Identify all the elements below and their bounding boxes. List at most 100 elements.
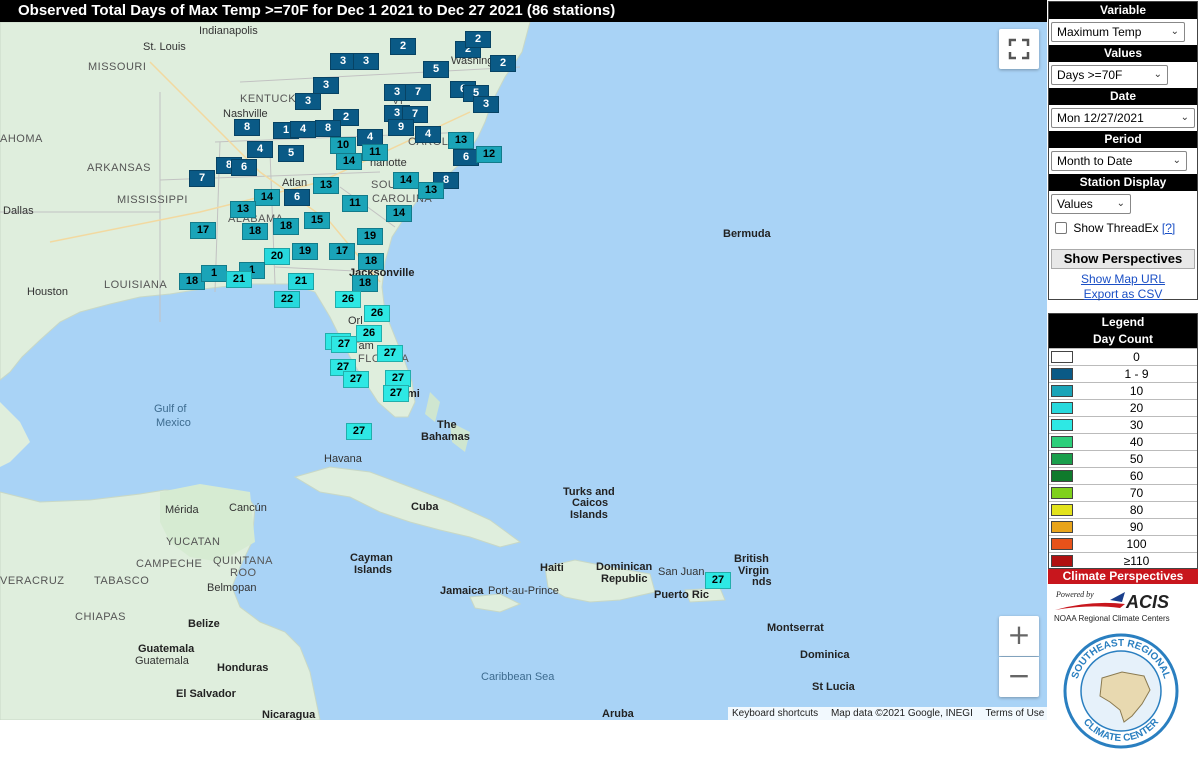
station-marker[interactable]: 6 [284,189,310,206]
station-marker[interactable]: 3 [353,53,379,70]
legend-label: 50 [1129,452,1144,466]
label-atlanta: Atlan [282,177,308,189]
station-marker[interactable]: 2 [465,31,491,48]
label-houston: Houston [27,286,68,298]
period-select[interactable]: Month to Date ⌄ [1051,151,1187,171]
station-marker[interactable]: 26 [356,325,382,342]
station-display-select-value: Values [1057,197,1093,211]
station-marker[interactable]: 14 [393,172,419,189]
station-marker[interactable]: 11 [362,144,388,161]
station-marker[interactable]: 13 [418,182,444,199]
label-belmopan: Belmopan [207,582,257,594]
station-marker[interactable]: 9 [388,119,414,136]
legend-swatch [1051,419,1073,431]
zoom-in-button[interactable]: + [999,616,1039,656]
map-canvas[interactable]: Indianapolis St. Louis MISSOURI KENTUCKY… [0,22,1047,720]
station-marker[interactable]: 18 [273,218,299,235]
legend-label: 10 [1129,384,1144,398]
station-marker[interactable]: 1 [201,265,227,282]
station-marker[interactable]: 17 [329,243,355,260]
station-marker[interactable]: 18 [242,223,268,240]
acis-logo[interactable]: Powered by ACIS NOAA Regional Climate Ce… [1050,588,1190,626]
threadex-row: Show ThreadEx [?] [1049,217,1197,239]
export-csv-link[interactable]: Export as CSV [1049,287,1197,302]
station-marker[interactable]: 13 [313,177,339,194]
chevron-down-icon: ⌄ [1180,112,1189,123]
station-marker[interactable]: 4 [415,126,441,143]
station-marker[interactable]: 19 [292,243,318,260]
station-marker[interactable]: 15 [304,212,330,229]
chevron-down-icon: ⌄ [1170,26,1179,37]
label-aruba: Aruba [602,708,634,720]
keyboard-shortcuts-link[interactable]: Keyboard shortcuts [732,708,818,719]
zoom-out-button[interactable]: − [999,657,1039,697]
station-display-select[interactable]: Values ⌄ [1051,194,1131,214]
climate-perspectives-banner[interactable]: Climate Perspectives [1048,569,1198,584]
legend-row: 100 [1049,535,1197,552]
label-bermuda: Bermuda [723,228,771,240]
station-marker[interactable]: 10 [330,137,356,154]
station-marker[interactable]: 4 [290,121,316,138]
station-marker[interactable]: 2 [390,38,416,55]
station-marker[interactable]: 8 [234,119,260,136]
legend-rows: 0 1 - 9 10 20 30 40 50 60 70 80 90 100 ≥110 [1049,348,1197,569]
station-marker[interactable]: 19 [357,228,383,245]
threadex-help-link[interactable]: [?] [1162,221,1175,235]
date-select[interactable]: Mon 12/27/2021 ⌄ [1051,108,1195,128]
legend-swatch [1051,385,1073,397]
station-marker[interactable]: 8 [315,120,341,137]
station-marker[interactable]: 27 [377,345,403,362]
threadex-checkbox[interactable] [1055,222,1067,234]
values-select[interactable]: Days >=70F ⌄ [1051,65,1168,85]
label-bvi-3: nds [752,576,772,588]
label-nicaragua: Nicaragua [262,709,316,720]
station-marker[interactable]: 26 [335,291,361,308]
station-marker[interactable]: 27 [343,371,369,388]
station-marker[interactable]: 27 [331,336,357,353]
station-marker[interactable]: 2 [490,55,516,72]
station-marker[interactable]: 11 [342,195,368,212]
station-marker[interactable]: 13 [448,132,474,149]
station-marker[interactable]: 7 [189,170,215,187]
station-marker[interactable]: 3 [473,96,499,113]
legend-label: 70 [1129,486,1144,500]
station-marker[interactable]: 14 [254,189,280,206]
fullscreen-button[interactable] [999,29,1039,69]
srcc-logo[interactable]: SOUTHEAST REGIONAL CLIMATE CENTER [1062,630,1180,752]
station-marker[interactable]: 27 [383,385,409,402]
station-marker[interactable]: 22 [274,291,300,308]
station-marker[interactable]: 27 [705,572,731,589]
station-marker[interactable]: 20 [264,248,290,265]
show-perspectives-button[interactable]: Show Perspectives [1051,249,1195,269]
station-marker[interactable]: 3 [295,93,321,110]
station-marker[interactable]: 26 [364,305,390,322]
station-marker[interactable]: 21 [226,271,252,288]
station-marker[interactable]: 3 [313,77,339,94]
station-marker[interactable]: 6 [231,159,257,176]
station-marker[interactable]: 27 [346,423,372,440]
show-map-url-link[interactable]: Show Map URL [1049,272,1197,287]
label-cuba: Cuba [411,501,439,513]
station-marker[interactable]: 5 [278,145,304,162]
station-marker[interactable]: 4 [247,141,273,158]
station-marker[interactable]: 13 [230,201,256,218]
station-marker[interactable]: 18 [352,275,378,292]
station-marker[interactable]: 17 [190,222,216,239]
label-guatemala-region: Guatemala [138,643,195,655]
label-caribbean-sea: Caribbean Sea [481,671,555,683]
variable-select[interactable]: Maximum Temp ⌄ [1051,22,1185,42]
legend-swatch [1051,521,1073,533]
station-marker[interactable]: 12 [476,146,502,163]
map-data-credit: Map data ©2021 Google, INEGI [830,708,973,719]
label-havana: Havana [324,453,362,465]
station-marker[interactable]: 14 [336,153,362,170]
station-marker[interactable]: 21 [288,273,314,290]
station-marker[interactable]: 14 [386,205,412,222]
chevron-down-icon: ⌄ [1116,198,1125,209]
station-marker[interactable]: 5 [423,61,449,78]
station-marker[interactable]: 18 [358,253,384,270]
acis-powered-by: Powered by [1056,590,1094,599]
label-honduras: Honduras [217,662,269,674]
terms-of-use-link[interactable]: Terms of Use [985,708,1044,719]
station-marker[interactable]: 7 [405,84,431,101]
